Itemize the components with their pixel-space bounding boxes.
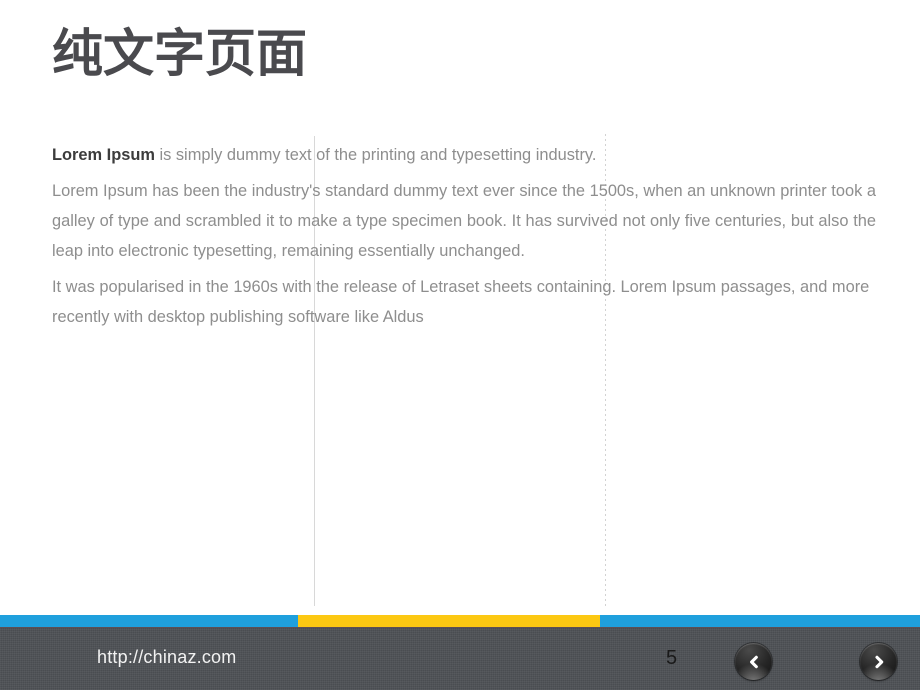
slide-canvas: 纯文字页面 Lorem Ipsum is simply dummy text o… xyxy=(0,0,920,690)
chevron-left-icon xyxy=(746,654,762,670)
body-content: Lorem Ipsum is simply dummy text of the … xyxy=(52,140,876,332)
paragraph-popularised: It was popularised in the 1960s with the… xyxy=(52,278,870,326)
accent-bar xyxy=(0,615,920,627)
accent-segment-blue-right xyxy=(600,615,920,627)
chevron-right-icon xyxy=(871,654,887,670)
footer-url[interactable]: http://chinaz.com xyxy=(97,647,236,668)
page-number: 5 xyxy=(666,647,678,669)
lead-phrase: Lorem Ipsum xyxy=(52,146,155,164)
slide-footer: http://chinaz.com 5 xyxy=(0,615,920,690)
accent-segment-yellow xyxy=(298,615,600,627)
page-title: 纯文字页面 xyxy=(52,25,308,82)
paragraph-intro-rest: is simply dummy text of the printing and… xyxy=(154,146,597,164)
previous-slide-button[interactable] xyxy=(735,643,772,680)
paragraph-intro: Lorem Ipsum is simply dummy text of the … xyxy=(52,140,876,170)
next-slide-button[interactable] xyxy=(860,643,897,680)
accent-segment-blue-left xyxy=(0,615,298,627)
paragraph-history: Lorem Ipsum has been the industry's stan… xyxy=(52,182,876,260)
